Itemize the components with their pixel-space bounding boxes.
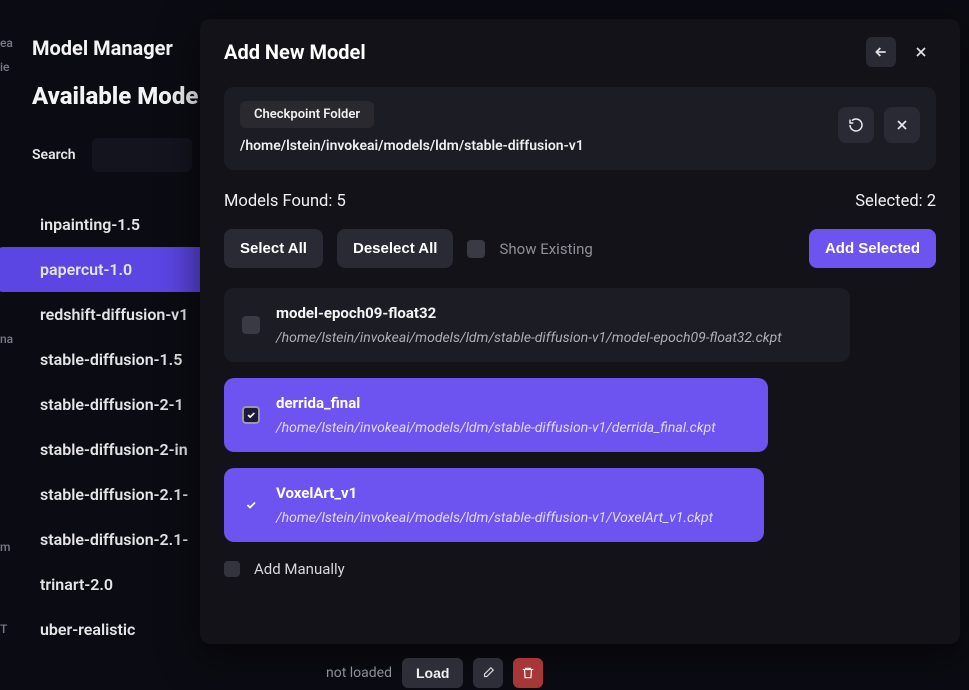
- folder-info: Checkpoint Folder /home/lstein/invokeai/…: [240, 101, 584, 154]
- model-path: /home/lstein/invokeai/models/ldm/stable-…: [276, 330, 782, 346]
- checkpoint-folder-card: Checkpoint Folder /home/lstein/invokeai/…: [224, 87, 936, 170]
- model-path: /home/lstein/invokeai/models/ldm/stable-…: [276, 420, 716, 436]
- check-icon: [246, 410, 256, 420]
- model-name: VoxelArt_v1: [276, 484, 713, 502]
- delete-model-button[interactable]: [513, 658, 543, 688]
- model-status: not loaded: [326, 665, 392, 681]
- model-info: model-epoch09-float32 /home/lstein/invok…: [276, 304, 782, 346]
- load-model-button[interactable]: Load: [402, 658, 463, 688]
- x-icon: [894, 117, 910, 133]
- edit-icon: [481, 666, 495, 680]
- deselect-all-button[interactable]: Deselect All: [337, 229, 454, 268]
- back-button[interactable]: [866, 37, 896, 67]
- controls-row: Select All Deselect All Show Existing Ad…: [224, 229, 936, 268]
- close-button[interactable]: [906, 37, 936, 67]
- model-checkbox[interactable]: [242, 406, 260, 424]
- search-input[interactable]: [92, 138, 192, 172]
- edit-model-button[interactable]: [473, 658, 503, 688]
- model-path: /home/lstein/invokeai/models/ldm/stable-…: [276, 510, 713, 526]
- model-info: derrida_final /home/lstein/invokeai/mode…: [276, 394, 716, 436]
- folder-badge: Checkpoint Folder: [240, 101, 374, 128]
- found-model-item[interactable]: VoxelArt_v1 /home/lstein/invokeai/models…: [224, 468, 764, 542]
- model-name: derrida_final: [276, 394, 716, 412]
- modal-title: Add New Model: [224, 40, 366, 64]
- close-icon: [913, 44, 929, 60]
- clear-folder-button[interactable]: [884, 107, 920, 143]
- folder-path: /home/lstein/invokeai/models/ldm/stable-…: [240, 138, 584, 154]
- show-existing-checkbox[interactable]: [467, 240, 485, 258]
- folder-actions: [838, 107, 920, 143]
- search-label: Search: [32, 147, 76, 163]
- model-checkbox[interactable]: [242, 316, 260, 334]
- selected-count-label: Selected: 2: [855, 192, 936, 211]
- select-all-button[interactable]: Select All: [224, 229, 323, 268]
- modal-header-actions: [866, 37, 936, 67]
- trash-icon: [521, 666, 535, 680]
- model-actions-row: not loaded Load: [326, 656, 543, 690]
- rescan-button[interactable]: [838, 107, 874, 143]
- add-model-modal: Add New Model Checkpoint Folder /home/ls…: [200, 19, 960, 644]
- found-model-item[interactable]: model-epoch09-float32 /home/lstein/invok…: [224, 288, 850, 362]
- model-info: VoxelArt_v1 /home/lstein/invokeai/models…: [276, 484, 713, 526]
- add-manually-row: Add Manually: [224, 560, 936, 578]
- refresh-icon: [848, 117, 864, 133]
- found-models-list: model-epoch09-float32 /home/lstein/invok…: [224, 288, 936, 542]
- arrow-left-icon: [873, 44, 889, 60]
- add-manually-label: Add Manually: [254, 560, 345, 578]
- models-found-label: Models Found: 5: [224, 192, 346, 211]
- add-selected-button[interactable]: Add Selected: [809, 229, 936, 268]
- found-model-item[interactable]: derrida_final /home/lstein/invokeai/mode…: [224, 378, 768, 452]
- modal-header: Add New Model: [224, 37, 936, 67]
- model-name: model-epoch09-float32: [276, 304, 782, 322]
- show-existing-label: Show Existing: [499, 240, 592, 258]
- add-manually-checkbox[interactable]: [224, 561, 240, 577]
- check-icon: [245, 499, 257, 511]
- stats-row: Models Found: 5 Selected: 2: [224, 192, 936, 211]
- model-checkbox[interactable]: [242, 496, 260, 514]
